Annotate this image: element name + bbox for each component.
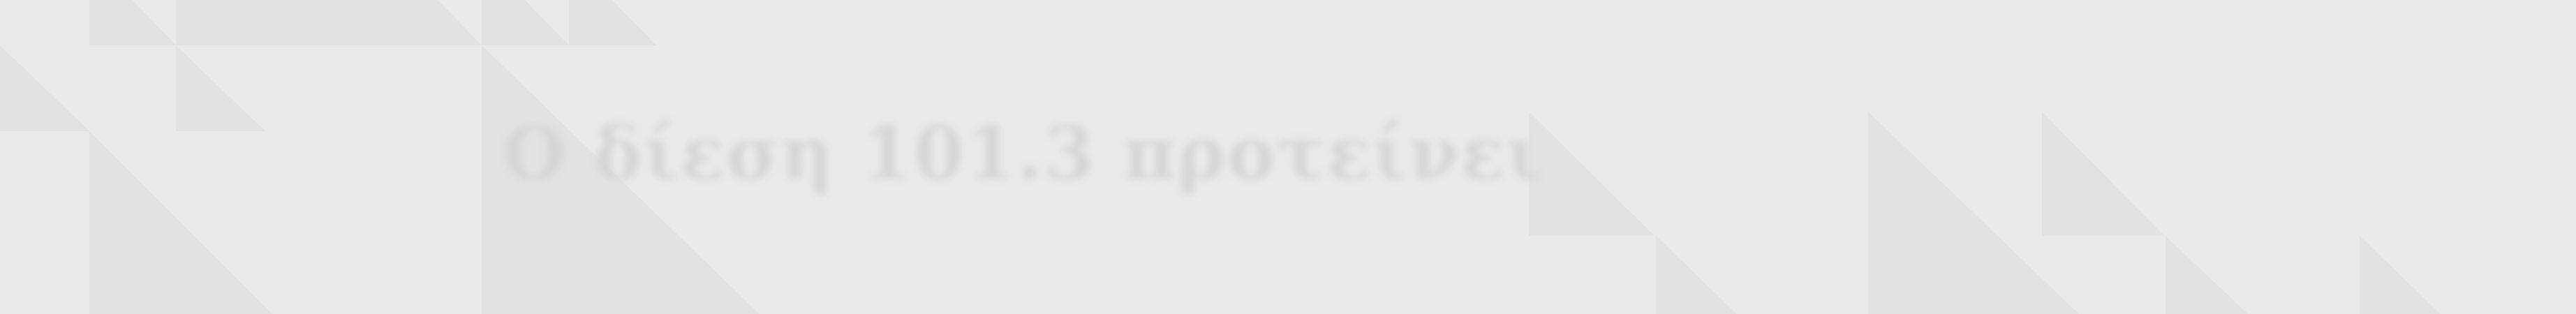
pattern-triangle bbox=[176, 0, 482, 45]
pattern-triangle bbox=[2166, 236, 2248, 314]
hero-banner: Ο δίεση 101.3 προτείνει bbox=[0, 0, 2576, 314]
pattern-triangle bbox=[176, 45, 265, 131]
pattern-triangle bbox=[1529, 112, 1655, 236]
pattern-triangle bbox=[569, 0, 656, 45]
pattern-triangle bbox=[89, 131, 272, 314]
pattern-triangle bbox=[2042, 112, 2164, 236]
pattern-triangle bbox=[482, 0, 569, 45]
pattern-triangle bbox=[2360, 236, 2441, 314]
pattern-triangle bbox=[1656, 236, 1737, 314]
pattern-triangle bbox=[0, 45, 89, 131]
banner-title: Ο δίεση 101.3 προτείνει bbox=[503, 110, 1543, 196]
pattern-triangle bbox=[89, 0, 176, 45]
